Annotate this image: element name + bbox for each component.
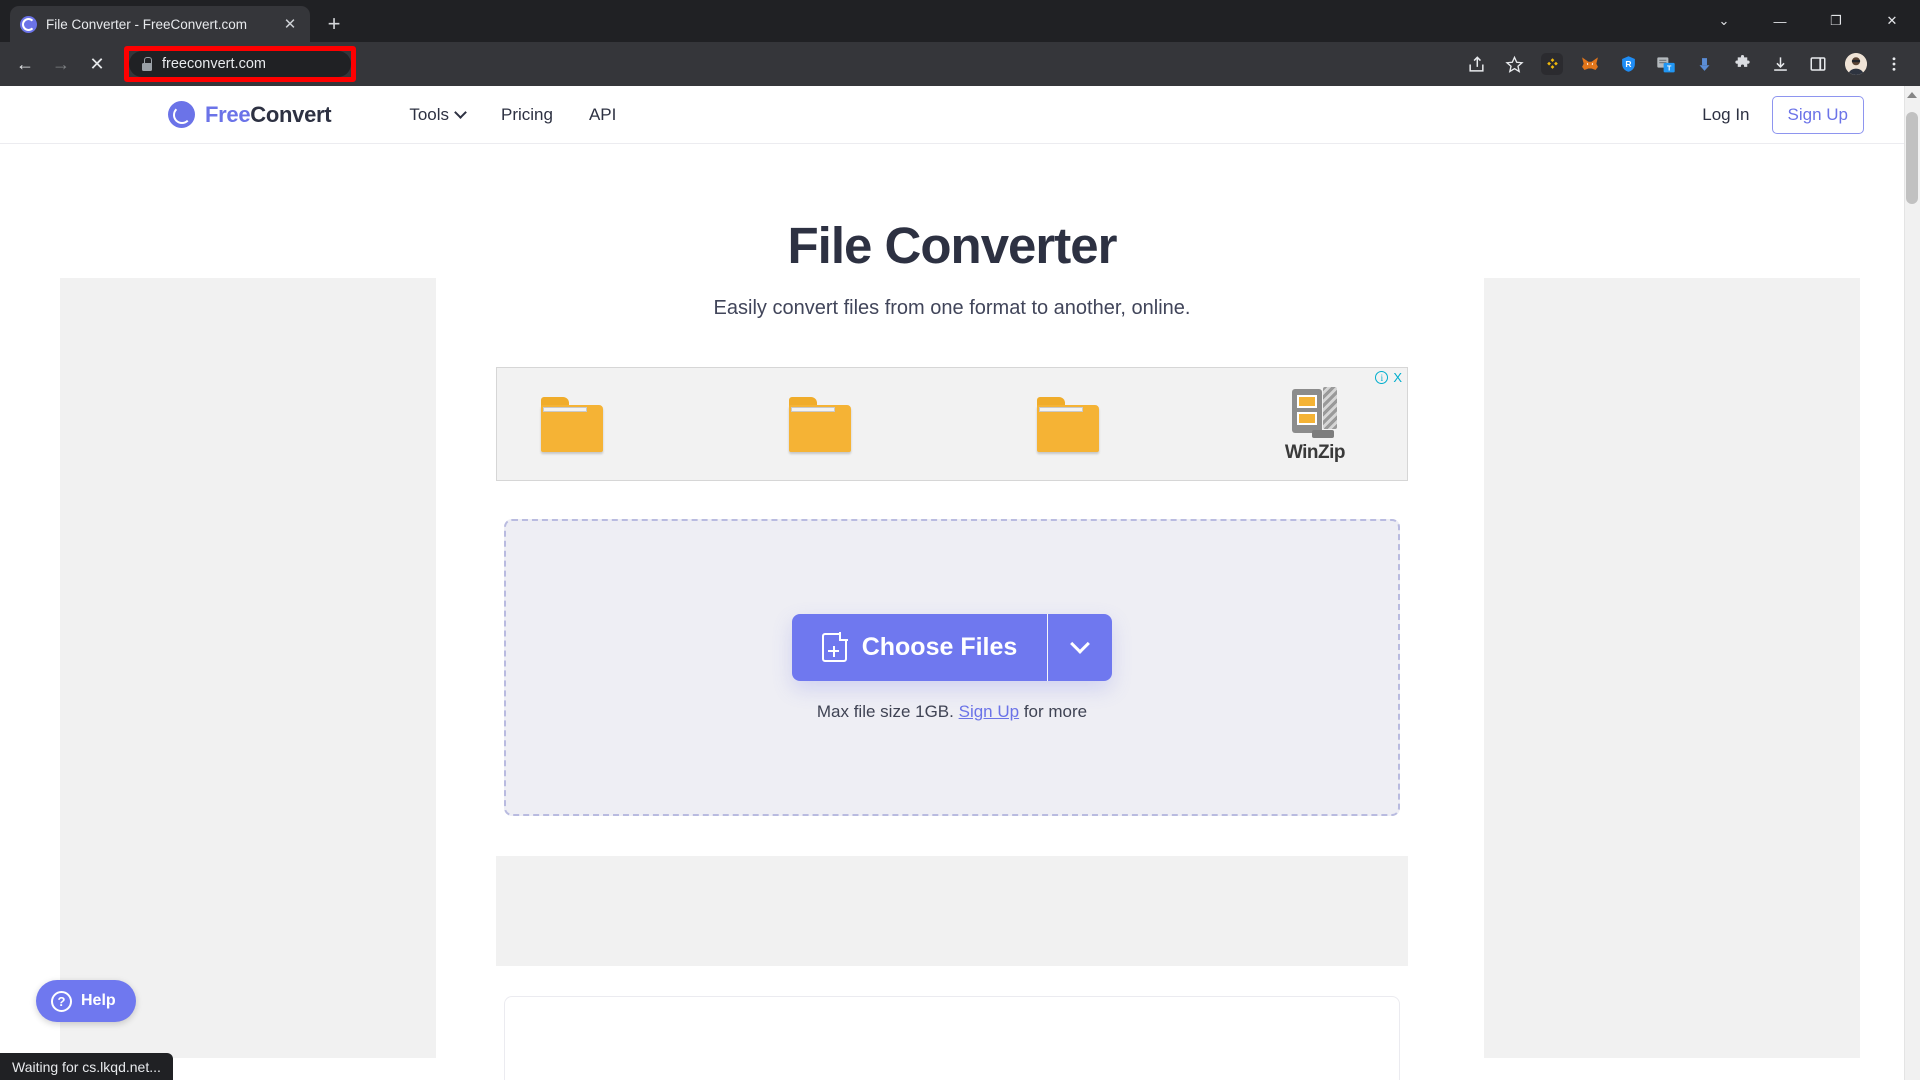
chevron-down-icon — [454, 106, 467, 119]
chevron-down-icon — [1070, 633, 1091, 654]
page-scrollbar[interactable] — [1904, 86, 1920, 1080]
main-column: File Converter Easily convert files from… — [484, 144, 1420, 1080]
share-icon[interactable] — [1460, 48, 1492, 80]
scrollbar-thumb[interactable] — [1906, 112, 1918, 204]
page-viewport: FreeConvert Tools Pricing API Log In Sig… — [0, 86, 1920, 1080]
winzip-ad-banner[interactable]: i X WinZip — [496, 367, 1408, 481]
page-subtitle: Easily convert files from one format to … — [713, 297, 1191, 319]
freeconvert-logo-icon — [168, 101, 195, 128]
nav-item-tools-label: Tools — [409, 104, 449, 124]
window-controls: ⌄ — ❐ ✕ — [1696, 0, 1920, 42]
download-arrow-extension-icon[interactable] — [1688, 48, 1720, 80]
dropzone-signup-link[interactable]: Sign Up — [959, 702, 1019, 721]
folder-icon — [541, 396, 603, 452]
address-bar-highlight: freeconvert.com — [124, 46, 356, 82]
max-size-prefix: Max file size 1GB. — [816, 701, 954, 721]
ad-close-icon[interactable]: X — [1393, 371, 1402, 384]
window-minimize-button[interactable]: — — [1752, 0, 1808, 42]
bnb-wallet-extension-icon[interactable] — [1536, 48, 1568, 80]
secure-lock-icon — [141, 57, 153, 71]
window-maximize-button[interactable]: ❐ — [1808, 0, 1864, 42]
status-bar: Waiting for cs.lkqd.net... — [0, 1053, 173, 1080]
address-bar[interactable]: freeconvert.com — [129, 51, 351, 77]
side-panel-icon[interactable] — [1802, 48, 1834, 80]
ad-info-icon[interactable]: i — [1375, 371, 1389, 384]
page-title: File Converter — [787, 217, 1118, 274]
choose-files-button[interactable]: Choose Files — [791, 613, 1048, 681]
window-close-button[interactable]: ✕ — [1864, 0, 1920, 42]
ad-folder-row: WinZip — [497, 385, 1407, 464]
ad-controls: i X — [1375, 371, 1402, 384]
signup-button[interactable]: Sign Up — [1771, 95, 1864, 134]
rabby-wallet-extension-icon[interactable]: R — [1612, 48, 1644, 80]
browser-window: File Converter - FreeConvert.com ✕ + ⌄ —… — [0, 0, 1920, 1080]
file-dropzone[interactable]: Choose Files Max file size 1GB. Sign Up … — [504, 519, 1400, 816]
bookmark-star-icon[interactable] — [1498, 48, 1530, 80]
max-size-suffix: for more — [1023, 701, 1088, 721]
nav-item-pricing[interactable]: Pricing — [501, 105, 553, 125]
header-actions: Log In Sign Up — [1702, 95, 1864, 134]
max-file-size-note: Max file size 1GB. Sign Up for more — [817, 702, 1087, 722]
help-button[interactable]: ? Help — [36, 980, 136, 1022]
winzip-logo: WinZip — [1284, 385, 1346, 464]
url-text: freeconvert.com — [162, 56, 266, 72]
extensions-puzzle-icon[interactable] — [1726, 48, 1758, 80]
chrome-menu-icon[interactable] — [1878, 48, 1910, 80]
forward-button[interactable]: → — [44, 47, 78, 81]
scroll-up-arrow-icon[interactable] — [1907, 92, 1917, 98]
nav-item-api[interactable]: API — [589, 105, 616, 125]
stop-loading-button[interactable]: ✕ — [80, 47, 114, 81]
lower-content-box — [504, 996, 1400, 1080]
file-add-icon — [821, 631, 848, 662]
browser-tab[interactable]: File Converter - FreeConvert.com ✕ — [10, 6, 310, 42]
question-mark-icon: ? — [51, 990, 72, 1012]
back-button[interactable]: ← — [8, 47, 42, 81]
metamask-extension-icon[interactable] — [1574, 48, 1606, 80]
right-ad-slot — [1484, 278, 1860, 1058]
tab-search-chevron-icon[interactable]: ⌄ — [1696, 0, 1752, 42]
browser-toolbar: ← → ✕ freeconvert.com R T — [0, 42, 1920, 86]
freeconvert-logo[interactable]: FreeConvert — [168, 101, 332, 128]
choose-files-label: Choose Files — [861, 632, 1018, 661]
tab-close-icon[interactable]: ✕ — [280, 14, 300, 34]
tab-favicon-icon — [20, 15, 37, 33]
logo-text-convert: Convert — [250, 101, 332, 127]
login-link[interactable]: Log In — [1702, 105, 1749, 125]
new-tab-button[interactable]: + — [319, 9, 349, 39]
logo-text-free: Free — [205, 101, 251, 127]
tab-strip: File Converter - FreeConvert.com ✕ + ⌄ —… — [0, 0, 1920, 42]
folder-icon — [1036, 396, 1099, 452]
help-button-label: Help — [81, 992, 116, 1009]
translate-extension-icon[interactable]: T — [1650, 48, 1682, 80]
lower-ad-slot — [496, 856, 1408, 966]
nav-item-tools[interactable]: Tools — [409, 104, 467, 125]
profile-avatar[interactable] — [1840, 48, 1872, 80]
winzip-brand-text: WinZip — [1284, 441, 1346, 463]
folder-icon — [788, 396, 851, 452]
site-nav: Tools Pricing API — [409, 105, 616, 125]
svg-text:T: T — [1667, 64, 1672, 72]
svg-text:R: R — [1625, 59, 1631, 69]
tab-title: File Converter - FreeConvert.com — [46, 16, 248, 32]
page-content: File Converter Easily convert files from… — [0, 144, 1904, 1080]
left-ad-slot — [60, 278, 436, 1058]
choose-files-dropdown-button[interactable] — [1048, 613, 1113, 681]
downloads-icon[interactable] — [1764, 48, 1796, 80]
site-header: FreeConvert Tools Pricing API Log In Sig… — [0, 86, 1904, 144]
logo-text: FreeConvert — [205, 101, 332, 128]
choose-files-group: Choose Files — [791, 613, 1113, 681]
winzip-vise-icon — [1288, 385, 1342, 441]
